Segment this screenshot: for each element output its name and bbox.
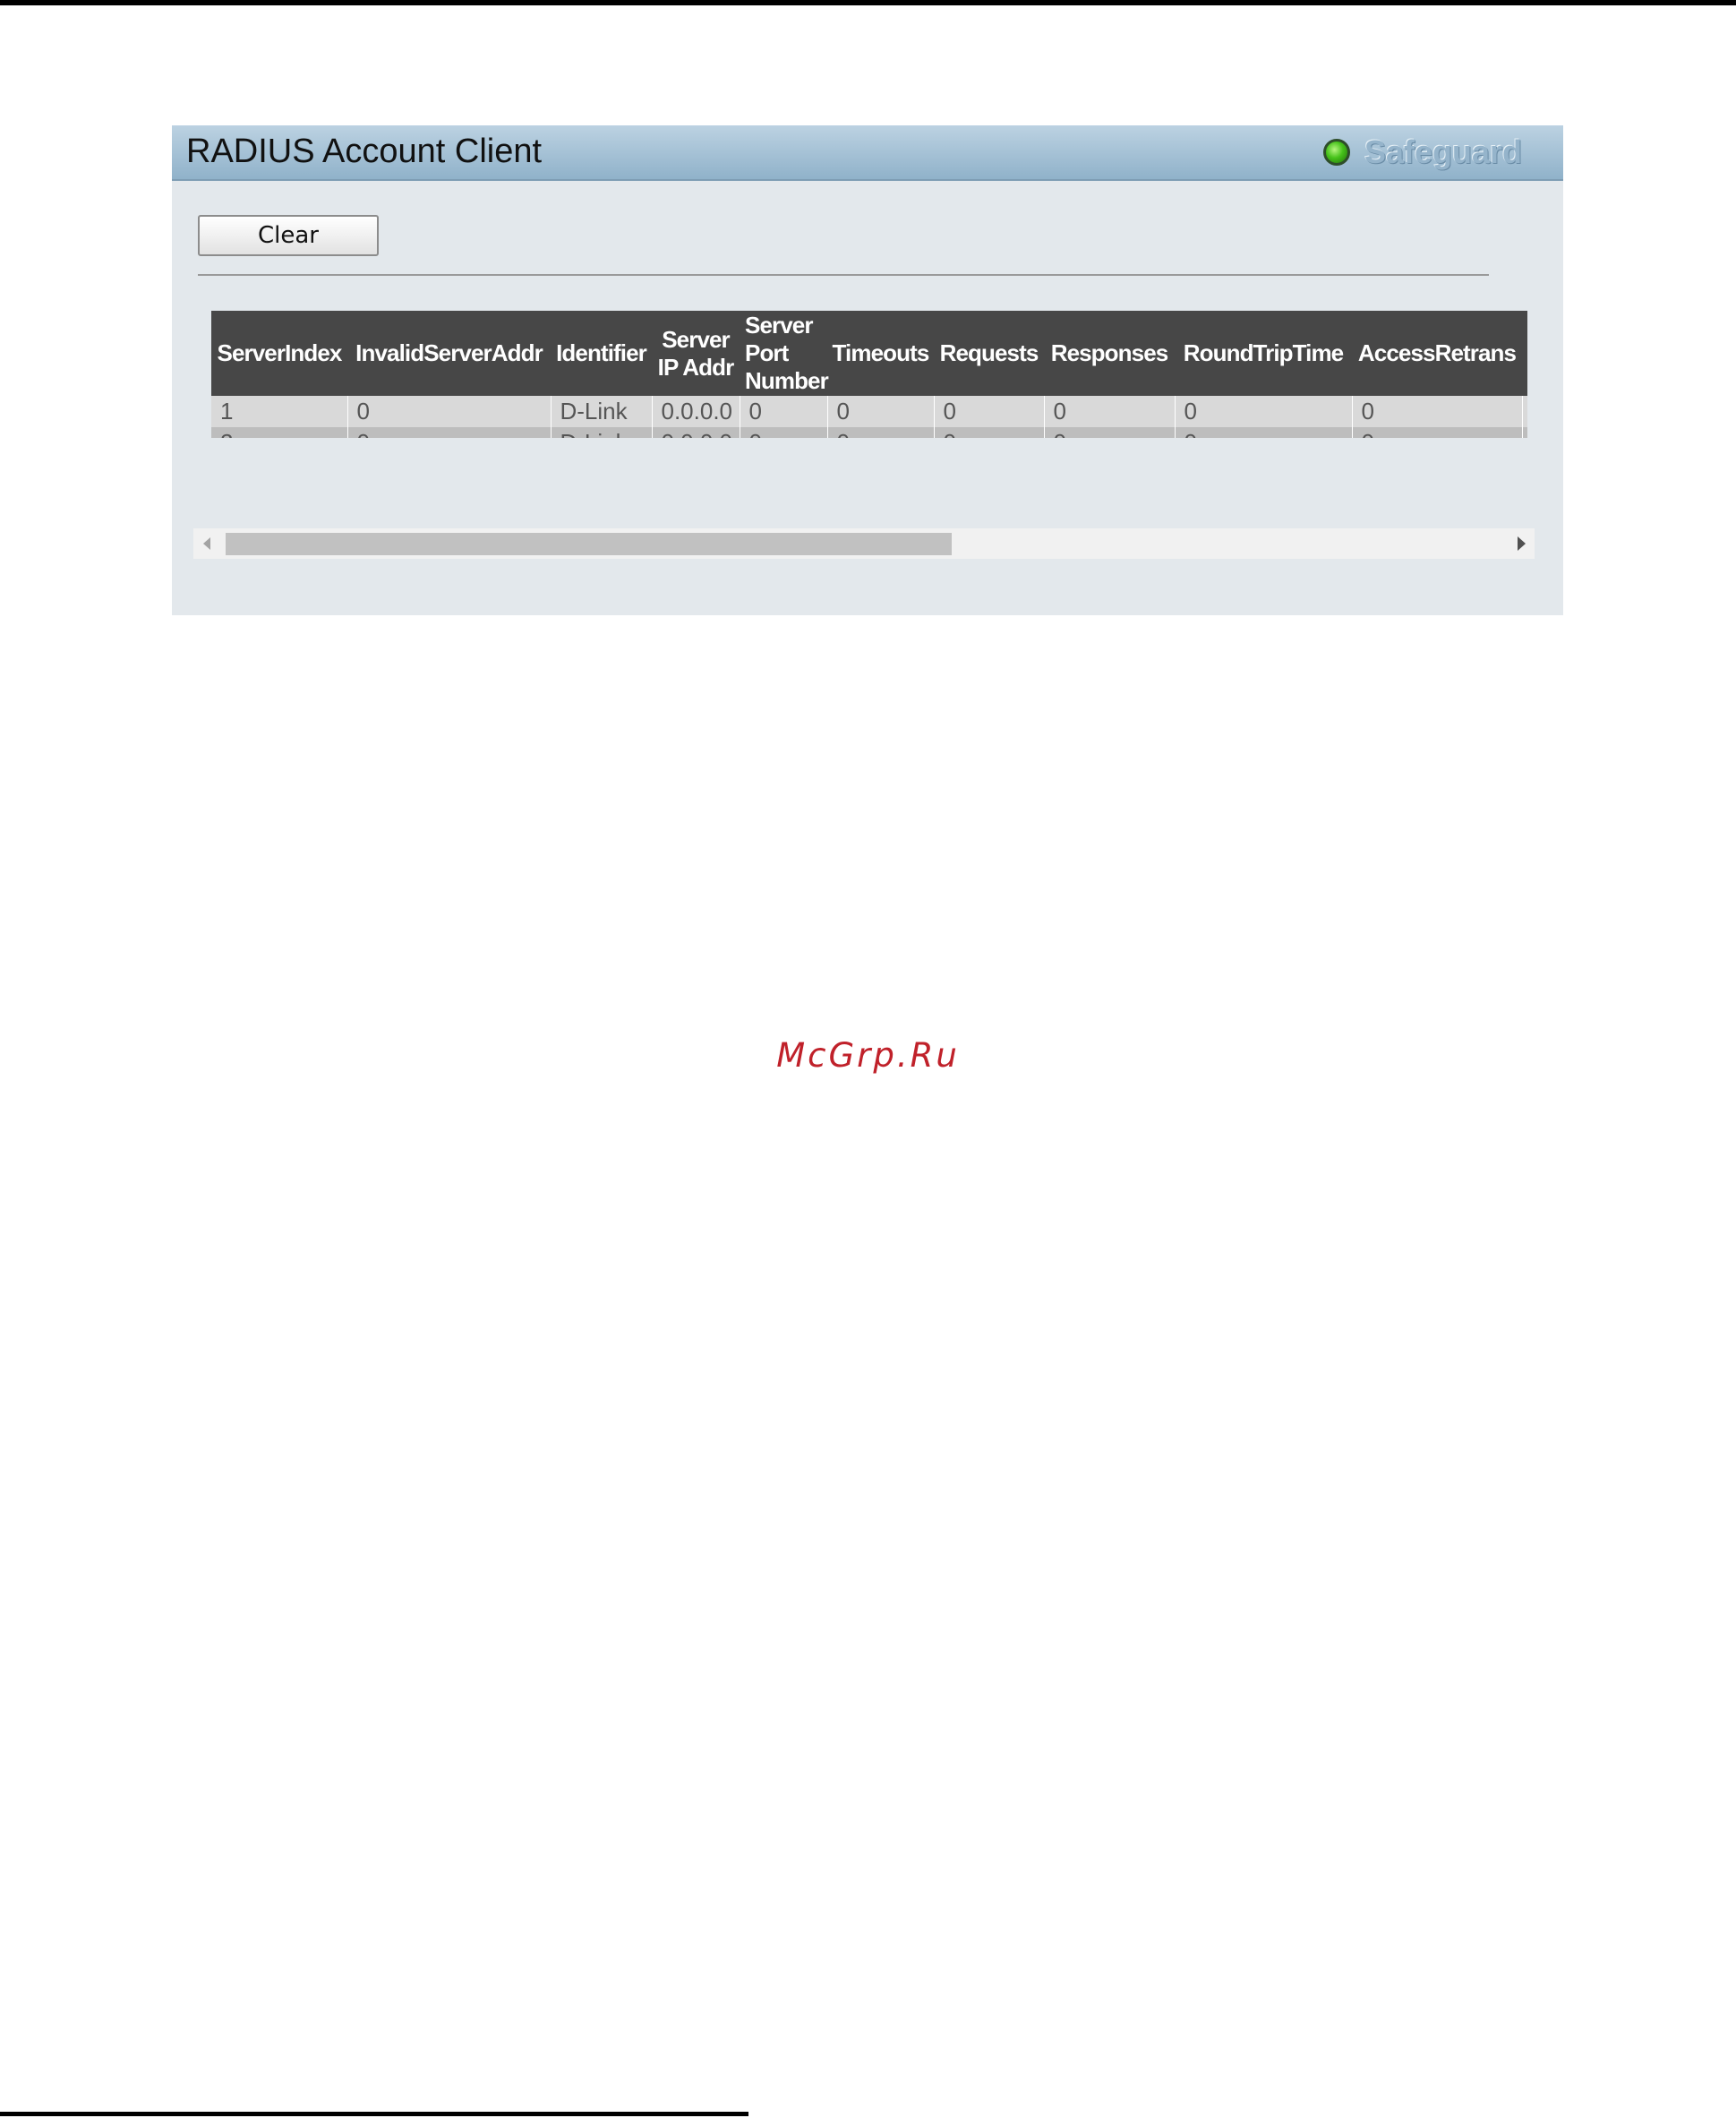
divider (198, 274, 1489, 276)
column-header: Responses (1044, 311, 1175, 396)
column-header: Timeouts (827, 311, 934, 396)
safeguard-label: Safeguard (1364, 133, 1522, 170)
table-cell: 0 (934, 427, 1045, 438)
column-header: Server Port Number (740, 311, 829, 396)
column-header: Server IP Addr (652, 311, 740, 396)
table-cell: 0 (1352, 396, 1523, 427)
table-cell: 0 (1175, 427, 1353, 438)
table-cell: 0 (740, 396, 828, 427)
table-header-row: ServerIndex InvalidServerAddr Identifier Se… (211, 311, 1527, 396)
table-cell: 0 (347, 396, 552, 427)
table-cell: 0 (1044, 427, 1176, 438)
table-cell: 0 (1044, 396, 1176, 427)
scroll-left-arrow[interactable] (193, 528, 220, 559)
table-row: 1 0 D-Link 0.0.0.0 0 0 0 0 0 0 (211, 396, 1527, 427)
table-cell: 0.0.0.0 (652, 396, 740, 427)
arrow-left-icon (203, 537, 210, 550)
green-led-icon (1322, 139, 1350, 166)
table-cell: 1 (211, 396, 348, 427)
table-cell: 0 (347, 427, 552, 438)
table-cell: 0 (827, 427, 935, 438)
table-cell: 2 (211, 427, 348, 438)
column-header: Identifier (551, 311, 652, 396)
watermark-text: McGrp.Ru (776, 1036, 960, 1075)
radius-account-table: ServerIndex InvalidServerAddr Identifier Se… (211, 311, 1527, 438)
scroll-right-arrow[interactable] (1508, 528, 1535, 559)
table-cell-overflow (1522, 396, 1527, 427)
table-cell: 0 (934, 396, 1045, 427)
clear-button[interactable]: Clear (198, 215, 379, 256)
column-header: AccessRetrans (1352, 311, 1522, 396)
table-cell: 0 (1175, 396, 1353, 427)
table-cell: 0.0.0.0 (652, 427, 740, 438)
safeguard-indicator: Safeguard (1322, 125, 1522, 179)
page-title: RADIUS Account Client (186, 133, 543, 170)
panel-header: RADIUS Account Client Safeguard (172, 125, 1563, 181)
scrollbar-thumb[interactable] (226, 533, 952, 555)
horizontal-scrollbar[interactable] (193, 528, 1535, 559)
bottom-rule (0, 2112, 748, 2116)
table-cell: D-Link (551, 396, 653, 427)
top-rule (0, 0, 1736, 5)
table-cell: D-Link (551, 427, 653, 438)
table-cell: 0 (827, 396, 935, 427)
table-row: 20D-Link0.0.0.0000000 (211, 427, 1527, 438)
table-cell: 0 (740, 427, 828, 438)
column-header: Requests (934, 311, 1044, 396)
column-header-overflow (1522, 311, 1527, 396)
table-body: 10D-Link0.0.0.000000020D-Link0.0.0.00000… (211, 396, 1527, 438)
column-header: RoundTripTime (1175, 311, 1352, 396)
radius-account-table-viewport: ServerIndex InvalidServerAddr Identifier Se… (211, 311, 1527, 438)
table-cell: 0 (1352, 427, 1523, 438)
radius-account-client-panel: RADIUS Account Client Safeguard Clear Se… (172, 125, 1563, 615)
table-cell-overflow (1522, 427, 1527, 438)
arrow-right-icon (1517, 536, 1526, 551)
column-header: ServerIndex (211, 311, 347, 396)
column-header: InvalidServerAddr (347, 311, 551, 396)
